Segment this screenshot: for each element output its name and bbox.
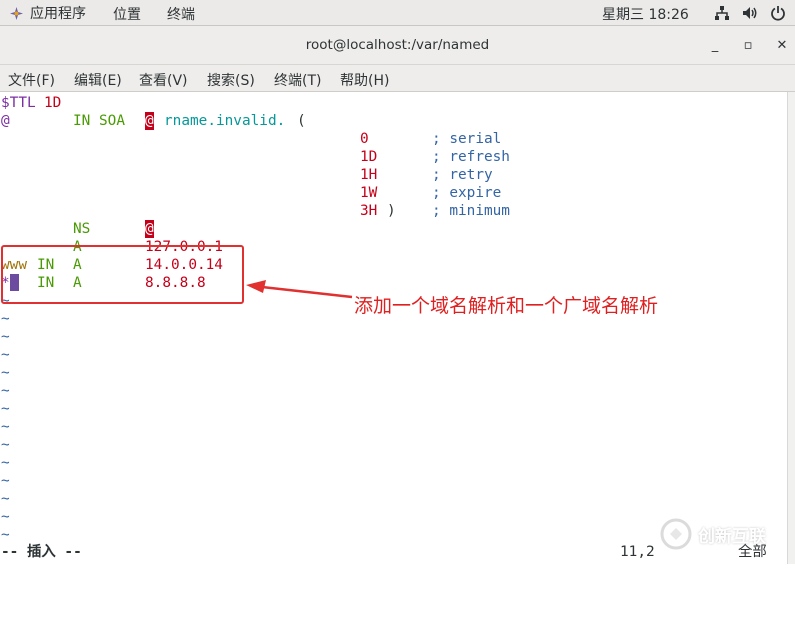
refresh-comment: ; refresh (432, 149, 510, 165)
ns-record-line: NS @ (1, 220, 154, 238)
soa-open-paren: ( (297, 113, 306, 129)
empty-line-marker: ~ (1, 509, 10, 525)
empty-line-marker: ~ (1, 311, 10, 327)
minimize-button[interactable]: _ (707, 37, 723, 53)
empty-line-marker: ~ (1, 455, 10, 471)
soa-class-type: IN SOA (73, 113, 125, 129)
retry-value: 1H (360, 167, 378, 183)
watermark-logo-icon (660, 518, 692, 550)
applications-label: 应用程序 (30, 6, 86, 22)
minimum-close-paren: ) (387, 203, 396, 219)
soa-line: @ IN SOA @ rname.invalid. ( (1, 112, 306, 130)
system-tray[interactable] (713, 4, 787, 22)
soa-at-symbol: @ (145, 112, 154, 130)
expire-value: 1W (360, 185, 378, 201)
terminal-app-menu[interactable]: 终端 (167, 4, 195, 24)
soa-rname: rname.invalid. (164, 113, 286, 129)
minimum-value: 3H (360, 203, 378, 219)
menu-view[interactable]: 查看(V) (139, 70, 188, 90)
applications-icon (8, 5, 25, 22)
soa-origin: @ (1, 113, 10, 129)
menu-edit[interactable]: 编辑(E) (74, 70, 122, 90)
window-titlebar[interactable]: root@localhost:/var/named _ ▫ ✕ (0, 26, 795, 65)
retry-comment: ; retry (432, 167, 493, 183)
refresh-line: 1D ; refresh (1, 148, 510, 166)
annotation-text: 添加一个域名解析和一个广域名解析 (354, 295, 659, 317)
empty-line-marker: ~ (1, 473, 10, 489)
cursor-position: 11,2 (620, 544, 655, 560)
terminal-menubar: 文件(F) 编辑(E) 查看(V) 搜索(S) 终端(T) 帮助(H) (0, 65, 795, 92)
ns-type: NS (73, 221, 91, 237)
terminal-text-area[interactable]: $TTL 1D @ IN SOA @ rname.invalid. ( 0 ; … (0, 92, 787, 564)
menu-terminal[interactable]: 终端(T) (274, 70, 321, 90)
annotation-arrow-icon (246, 280, 353, 299)
places-menu[interactable]: 位置 (113, 4, 141, 24)
terminal-scrollbar[interactable] (787, 92, 795, 564)
volume-icon[interactable] (741, 4, 759, 22)
serial-line: 0 ; serial (1, 130, 501, 148)
empty-line-marker: ~ (1, 437, 10, 453)
expire-line: 1W ; expire (1, 184, 501, 202)
annotation-highlight-box (1, 245, 244, 304)
empty-line-marker: ~ (1, 491, 10, 507)
empty-line-marker: ~ (1, 401, 10, 417)
ttl-keyword: $TTL (1, 95, 36, 111)
insert-mode-indicator: -- 插入 -- (1, 544, 82, 560)
empty-line-marker: ~ (1, 329, 10, 345)
ttl-line: $TTL 1D (1, 94, 61, 112)
clock[interactable]: 星期三 18:26 (602, 4, 689, 24)
refresh-value: 1D (360, 149, 378, 165)
empty-line-marker: ~ (1, 365, 10, 381)
gnome-top-bar: 应用程序 位置 终端 星期三 18:26 (0, 0, 795, 26)
network-icon[interactable] (713, 4, 731, 22)
power-icon[interactable] (769, 4, 787, 22)
ns-value: @ (145, 220, 154, 238)
watermark-text: 创新互联 (698, 526, 766, 547)
empty-line-marker: ~ (1, 347, 10, 363)
close-button[interactable]: ✕ (774, 37, 790, 53)
serial-value: 0 (360, 131, 369, 147)
minimum-line: 3H ) ; minimum (1, 202, 510, 220)
window-title: root@localhost:/var/named (305, 37, 490, 53)
maximize-button[interactable]: ▫ (740, 37, 756, 53)
expire-comment: ; expire (432, 185, 502, 201)
empty-line-marker: ~ (1, 383, 10, 399)
menu-file[interactable]: 文件(F) (8, 70, 55, 90)
applications-menu[interactable]: 应用程序 (8, 3, 86, 23)
menu-search[interactable]: 搜索(S) (207, 70, 255, 90)
minimum-comment: ; minimum (432, 203, 510, 219)
watermark: 创新互联 (660, 518, 766, 550)
ttl-value: 1D (44, 95, 62, 111)
retry-line: 1H ; retry (1, 166, 493, 184)
empty-line-marker: ~ (1, 419, 10, 435)
serial-comment: ; serial (432, 131, 502, 147)
menu-help[interactable]: 帮助(H) (340, 70, 389, 90)
